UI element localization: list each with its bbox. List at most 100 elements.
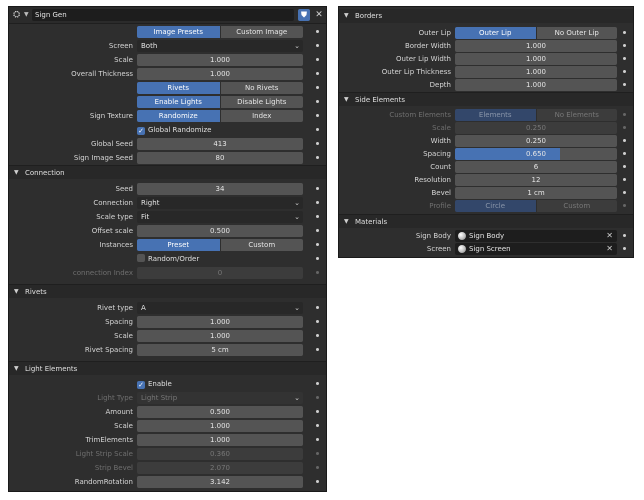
keyframe-dot[interactable] [623, 152, 626, 155]
trim-elements-field[interactable]: 1.000 [137, 434, 303, 446]
rivet-type-dropdown[interactable]: A ⌄ [137, 302, 303, 314]
side-elements-section-header[interactable]: ▼ Side Elements [339, 92, 633, 106]
keyframe-dot[interactable] [316, 480, 319, 483]
sign-image-seed-field[interactable]: 80 [137, 152, 303, 164]
keyframe-dot[interactable] [316, 229, 319, 232]
outer-lip-thickness-field[interactable]: 1.000 [455, 66, 617, 78]
close-icon[interactable]: ✕ [606, 243, 613, 255]
keyframe-dot[interactable] [316, 271, 319, 274]
spacing-field[interactable]: 1.000 [137, 316, 303, 328]
no-outer-lip-option[interactable]: No Outer Lip [535, 27, 617, 39]
keyframe-dot[interactable] [316, 72, 319, 75]
keyframe-dot[interactable] [623, 234, 626, 237]
no-rivets-option[interactable]: No Rivets [219, 82, 303, 94]
connection-section-header[interactable]: ▼ Connection [9, 165, 326, 179]
count-field[interactable]: 6 [455, 161, 617, 173]
keyframe-dot[interactable] [316, 348, 319, 351]
light-scale-field[interactable]: 1.000 [137, 420, 303, 432]
offset-scale-field[interactable]: 0.500 [137, 225, 303, 237]
rivets-option[interactable]: Rivets [137, 82, 220, 94]
scale-type-dropdown[interactable]: Fit ⌄ [137, 211, 303, 223]
keyframe-dot[interactable] [316, 44, 319, 47]
elements-option[interactable]: Elements [455, 109, 536, 121]
keyframe-dot[interactable] [623, 83, 626, 86]
global-randomize-checkbox[interactable]: ✓ Global Randomize [137, 124, 211, 136]
global-seed-field[interactable]: 413 [137, 138, 303, 150]
strip-bevel-field[interactable]: 2.070 [137, 462, 303, 474]
custom-image-option[interactable]: Custom Image [219, 26, 303, 38]
overall-thickness-field[interactable]: 1.000 [137, 68, 303, 80]
keyframe-dot[interactable] [316, 114, 319, 117]
node-tree-icon[interactable]: ⛭ [13, 10, 23, 20]
materials-section-header[interactable]: ▼ Materials [339, 214, 633, 228]
keyframe-dot[interactable] [316, 466, 319, 469]
keyframe-dot[interactable] [316, 30, 319, 33]
custom-option[interactable]: Custom [219, 239, 303, 251]
scale-field[interactable]: 1.000 [137, 54, 303, 66]
keyframe-dot[interactable] [316, 306, 319, 309]
keyframe-dot[interactable] [316, 187, 319, 190]
preset-option[interactable]: Preset [137, 239, 220, 251]
border-width-field[interactable]: 1.000 [455, 40, 617, 52]
randomize-option[interactable]: Randomize [137, 110, 220, 122]
circle-option[interactable]: Circle [455, 200, 536, 212]
connection-index-field[interactable]: 0 [137, 267, 303, 279]
amount-field[interactable]: 0.500 [137, 406, 303, 418]
keyframe-dot[interactable] [316, 382, 319, 385]
keyframe-dot[interactable] [316, 257, 319, 260]
side-scale-field[interactable]: 0.250 [455, 122, 617, 134]
depth-field[interactable]: 1.000 [455, 79, 617, 91]
random-rotation-field[interactable]: 3.142 [137, 476, 303, 488]
keyframe-dot[interactable] [316, 334, 319, 337]
keyframe-dot[interactable] [316, 438, 319, 441]
index-option[interactable]: Index [219, 110, 303, 122]
sign-body-material-field[interactable]: Sign Body ✕ [455, 230, 617, 242]
keyframe-dot[interactable] [316, 86, 319, 89]
enable-checkbox[interactable]: ✓ Enable [137, 378, 172, 390]
keyframe-dot[interactable] [316, 58, 319, 61]
no-elements-option[interactable]: No Elements [535, 109, 617, 121]
keyframe-dot[interactable] [316, 128, 319, 131]
light-strip-scale-field[interactable]: 0.360 [137, 448, 303, 460]
bevel-field[interactable]: 1 cm [455, 187, 617, 199]
keyframe-dot[interactable] [623, 178, 626, 181]
node-group-name-field[interactable]: Sign Gen [32, 9, 294, 21]
keyframe-dot[interactable] [316, 215, 319, 218]
custom-option[interactable]: Custom [535, 200, 617, 212]
light-elements-section-header[interactable]: ▼ Light Elements [9, 361, 326, 375]
rivet-scale-field[interactable]: 1.000 [137, 330, 303, 342]
keyframe-dot[interactable] [316, 410, 319, 413]
keyframe-dot[interactable] [316, 452, 319, 455]
keyframe-dot[interactable] [623, 204, 626, 207]
borders-section-header[interactable]: ▼ Borders [339, 9, 633, 23]
keyframe-dot[interactable] [623, 165, 626, 168]
chevron-down-icon[interactable]: ▼ [24, 11, 29, 18]
keyframe-dot[interactable] [623, 113, 626, 116]
shield-icon[interactable]: ⛊ [298, 9, 310, 21]
spacing-slider[interactable]: 0.650 [455, 148, 617, 160]
resolution-field[interactable]: 12 [455, 174, 617, 186]
close-icon[interactable]: ✕ [606, 230, 613, 242]
keyframe-dot[interactable] [316, 320, 319, 323]
keyframe-dot[interactable] [623, 191, 626, 194]
connection-dropdown[interactable]: Right ⌄ [137, 197, 303, 209]
random-order-checkbox[interactable]: Random/Order [137, 253, 199, 265]
close-icon[interactable]: ✕ [313, 9, 325, 21]
seed-field[interactable]: 34 [137, 183, 303, 195]
outer-lip-width-field[interactable]: 1.000 [455, 53, 617, 65]
disable-lights-option[interactable]: Disable Lights [219, 96, 303, 108]
light-type-dropdown[interactable]: Light Strip ⌄ [137, 392, 303, 404]
keyframe-dot[interactable] [316, 156, 319, 159]
keyframe-dot[interactable] [316, 201, 319, 204]
keyframe-dot[interactable] [316, 396, 319, 399]
keyframe-dot[interactable] [316, 100, 319, 103]
keyframe-dot[interactable] [623, 247, 626, 250]
keyframe-dot[interactable] [316, 243, 319, 246]
keyframe-dot[interactable] [316, 142, 319, 145]
image-presets-option[interactable]: Image Presets [137, 26, 220, 38]
keyframe-dot[interactable] [623, 31, 626, 34]
enable-lights-option[interactable]: Enable Lights [137, 96, 220, 108]
screen-material-field[interactable]: Sign Screen ✕ [455, 243, 617, 255]
keyframe-dot[interactable] [623, 126, 626, 129]
keyframe-dot[interactable] [623, 44, 626, 47]
